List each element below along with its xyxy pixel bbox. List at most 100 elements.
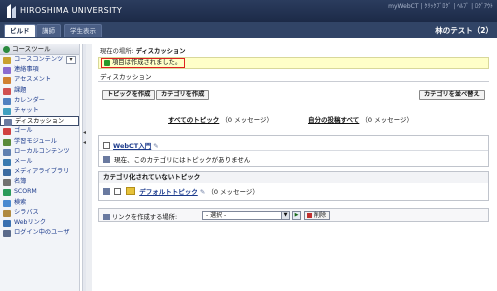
tab-instructor[interactable]: 講師 [36,24,61,37]
sidebar-item-local-content[interactable]: ローカルコンテンツ [0,147,79,157]
all-topics-stat: すべてのトピック （0 メッセージ） [168,114,273,124]
assessment-icon [3,77,11,85]
link-icon [103,214,110,220]
course-tools-header[interactable]: コースツール [0,44,79,55]
scorm-icon [3,189,11,197]
go-arrow-button[interactable]: ▶ [292,211,301,220]
check-icon [104,60,110,66]
sidebar-item-assignment[interactable]: 課題 [0,86,79,96]
confirmation-bar: 項目は作成されました。 [98,57,489,69]
delete-button[interactable]: 削除 [304,211,331,220]
course-title: 林のテスト（2） [435,26,493,35]
sidebar-item-label: カレンダー [14,96,45,104]
all-topics-link[interactable]: すべてのトピック [168,116,219,124]
sidebar-item-discussion[interactable]: ディスカッション [0,116,79,127]
weblink-icon [3,220,11,227]
sidebar-item-label: 学習モジュール [14,137,57,145]
category-edit-icon[interactable]: ✎ [153,142,158,150]
category-box-webct: WebCT入門 ✎ 現在、このカテゴリにはトピックがありません [98,135,489,167]
my-posts-link[interactable]: 自分の投稿すべて [308,116,359,124]
topic-list-icon [103,188,110,195]
users-online-icon [3,230,11,238]
university-name: HIROSHIMA UNIVERSITY [20,6,123,15]
sidebar-item-users-online[interactable]: ログイン中のユーザ [0,228,79,238]
sidebar-item-label: ローカルコンテンツ [14,147,70,155]
create-category-button[interactable]: カテゴリを作成 [156,90,210,100]
calendar-icon [3,97,11,105]
course-tools-menu: コースツール ▾ コースコンテンツ 連絡事項 アセスメント 課題 カレンダー チャット ディ… [0,44,80,291]
topic-row: デフォルトトピック ✎ （0 メッセージ） [103,186,259,196]
topic-checkbox[interactable] [114,188,122,195]
divider [98,81,489,82]
mail-icon [3,158,11,166]
sidebar-item-mail[interactable]: メール [0,157,79,167]
create-topic-button[interactable]: トピックを作成 [102,90,156,100]
sidebar-item-chat[interactable]: チャット [0,106,79,116]
sidebar-item-assessment[interactable]: アセスメント [0,75,79,85]
sidebar-item-module[interactable]: 学習モジュール [0,137,79,147]
sidebar-item-label: SCORM [14,188,37,196]
sidebar-item-search[interactable]: 検索 [0,198,79,208]
topic-folder-icon [126,187,136,195]
my-posts-stat: 自分の投稿すべて （0 メッセージ） [308,114,413,124]
sidebar-item-label: 課題 [14,86,27,94]
sidebar-item-label: メディアライブラリ [14,168,70,176]
sidebar-item-weblink[interactable]: Webリンク [0,218,79,228]
tab-student-view[interactable]: 学生表示 [64,24,102,37]
confirmation-text: 項目は作成されました。 [112,59,182,66]
link-location-select[interactable]: - 選択 - ▼ [202,211,290,220]
media-library-icon [3,169,11,177]
sidebar-item-announcement[interactable]: 連絡事項 [0,65,79,75]
page-title: ディスカッション [100,73,152,81]
university-logo-icon [7,4,16,18]
category-checkbox[interactable] [103,142,110,149]
link-location-label: リンクを作成する場所: [103,212,177,221]
sidebar-item-media-library[interactable]: メディアライブラリ [0,167,79,177]
sidebar-item-calendar[interactable]: カレンダー [0,96,79,106]
divider [99,150,488,151]
default-topic-link[interactable]: デフォルトトピック [139,188,198,196]
sidebar-item-label: Webリンク [14,219,47,226]
sidebar-item-label: メール [14,157,33,165]
assignment-icon [3,87,11,95]
my-posts-count: （0 メッセージ） [361,116,413,124]
delete-icon [307,213,312,218]
breadcrumb-current: ディスカッション [135,48,186,55]
breadcrumb-prefix: 現在の場所: [100,48,136,55]
uncategorized-header: カテゴリ化されていないトピック [99,172,488,183]
sidebar-item-goal[interactable]: ゴール [0,126,79,136]
goal-icon [3,128,11,136]
sidebar-item-syllabus[interactable]: シラバス [0,208,79,218]
content-icon [3,57,11,64]
sidebar-item-scorm[interactable]: SCORM [0,187,79,197]
search-icon [3,199,11,207]
link-location-text: リンクを作成する場所: [112,214,178,221]
course-tools-icon [3,46,10,53]
top-links[interactable]: myWebCT | ｸﾘｯｸﾌﾞﾛｸﾞ | ﾍﾙﾌﾟ | ﾛｸﾞｱｳﾄ [343,1,493,10]
topic-message-count: （0 メッセージ） [207,188,259,196]
sidebar-item-label: ディスカッション [15,118,65,126]
sidebar-item-label: シラバス [14,208,39,216]
course-tools-label: コースツール [12,45,51,53]
reorder-categories-button[interactable]: カテゴリを並べ替え [419,90,485,100]
category-header: WebCT入門 ✎ [103,140,159,150]
all-topics-count: （0 メッセージ） [221,116,273,124]
sidebar-item-label: アセスメント [14,76,52,84]
vertical-scrollbar[interactable] [86,44,92,291]
sidebar-item-roster[interactable]: 名簿 [0,177,79,187]
tab-bar: ビルド 講師 学生表示 林のテスト（2） [0,22,497,38]
uncategorized-topics-box: カテゴリ化されていないトピック デフォルトトピック ✎ （0 メッセージ） [98,171,489,201]
tab-build[interactable]: ビルド [4,24,36,37]
topic-list-icon [103,156,110,163]
sidebar-item-content[interactable]: コースコンテンツ [0,55,79,65]
local-content-icon [3,148,11,156]
top-banner: HIROSHIMA UNIVERSITY myWebCT | ｸﾘｯｸﾌﾞﾛｸﾞ… [0,0,497,22]
sidebar-item-label: 名簿 [14,178,27,186]
sidebar-item-label: ゴール [14,127,33,135]
sidebar-item-label: コースコンテンツ [14,56,64,63]
category-link[interactable]: WebCT入門 [113,142,151,150]
main-content: 現在の場所: ディスカッション 項目は作成されました。 ディスカッション トピッ… [94,44,493,291]
chevron-down-icon[interactable]: ▼ [281,212,289,219]
sidebar-item-label: チャット [14,106,39,114]
empty-category-row: 現在、このカテゴリにはトピックがありません [103,154,250,164]
